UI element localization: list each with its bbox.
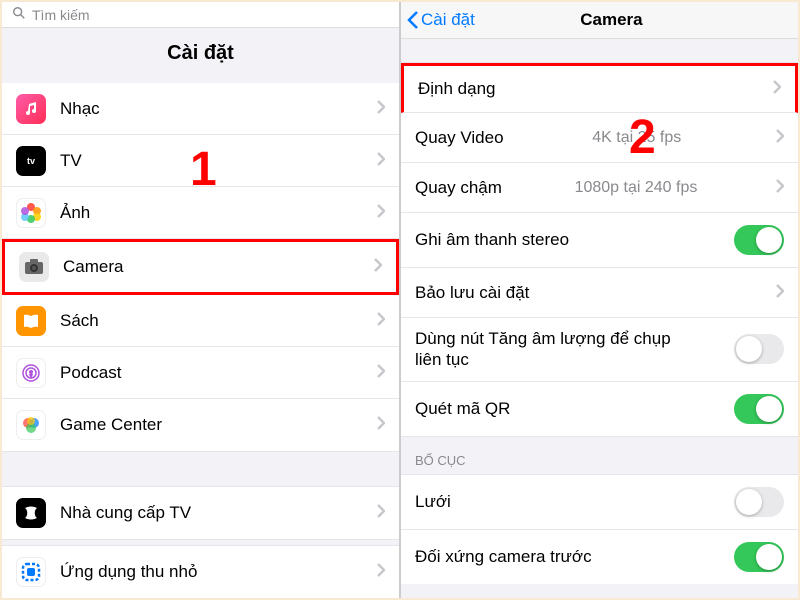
row-label: TV [60, 151, 82, 171]
row-tv[interactable]: tv TV [2, 135, 399, 187]
chevron-right-icon [377, 363, 385, 383]
row-formats[interactable]: Định dạng [401, 63, 798, 113]
toggle-grid[interactable] [734, 487, 784, 517]
row-qr[interactable]: Quét mã QR [401, 382, 798, 436]
chevron-right-icon [377, 311, 385, 331]
row-photos[interactable]: Ảnh [2, 187, 399, 239]
row-label: Game Center [60, 415, 162, 435]
settings-list-group-1: Nhạc tv TV Ảnh [2, 83, 399, 451]
chevron-right-icon [377, 503, 385, 523]
page-title: Cài đặt [2, 28, 399, 83]
camera-list-1: Định dạng Quay Video 4K tại 25 fps Quay … [401, 63, 798, 436]
tv-provider-icon [16, 498, 46, 528]
row-burst[interactable]: Dùng nút Tăng âm lượng để chụp liên tục [401, 318, 798, 382]
row-label: Quét mã QR [415, 399, 510, 419]
toggle-burst[interactable] [734, 334, 784, 364]
row-books[interactable]: Sách [2, 295, 399, 347]
row-gamecenter[interactable]: Game Center [2, 399, 399, 451]
row-label: Podcast [60, 363, 121, 383]
chevron-right-icon [377, 151, 385, 171]
search-placeholder: Tìm kiếm [32, 7, 90, 23]
chevron-right-icon [776, 178, 784, 198]
camera-icon [19, 252, 49, 282]
row-label: Nhạc [60, 99, 100, 119]
row-label: Đối xứng camera trước [415, 547, 592, 567]
nav-bar: Cài đặt Camera [401, 2, 798, 39]
row-podcast[interactable]: Podcast [2, 347, 399, 399]
row-label: Ảnh [60, 203, 90, 223]
row-music[interactable]: Nhạc [2, 83, 399, 135]
row-label: Nhà cung cấp TV [60, 503, 191, 523]
row-value: 1080p tại 240 fps [575, 179, 698, 197]
search-bar[interactable]: Tìm kiếm [2, 2, 399, 28]
chevron-right-icon [773, 79, 781, 99]
settings-list-group-3: Ứng dụng thu nhỏ [2, 546, 399, 598]
row-label: Ứng dụng thu nhỏ [60, 562, 197, 582]
row-widgets[interactable]: Ứng dụng thu nhỏ [2, 546, 399, 598]
row-label: Dùng nút Tăng âm lượng để chụp liên tục [415, 328, 695, 371]
camera-settings-pane: Cài đặt Camera Định dạng Quay Video 4K t… [399, 2, 798, 598]
books-icon [16, 306, 46, 336]
row-label: Định dạng [418, 79, 496, 99]
chevron-right-icon [377, 99, 385, 119]
podcast-icon [16, 358, 46, 388]
chevron-right-icon [776, 283, 784, 303]
row-label: Ghi âm thanh stereo [415, 230, 569, 250]
row-label: Quay chậm [415, 178, 502, 198]
row-record-video[interactable]: Quay Video 4K tại 25 fps [401, 113, 798, 163]
group-separator [2, 451, 399, 487]
row-camera[interactable]: Camera [2, 239, 399, 295]
tv-icon: tv [16, 146, 46, 176]
search-icon [12, 6, 32, 23]
row-grid[interactable]: Lưới [401, 475, 798, 530]
widgets-icon [16, 557, 46, 587]
row-stereo[interactable]: Ghi âm thanh stereo [401, 213, 798, 268]
chevron-right-icon [377, 562, 385, 582]
row-preserve[interactable]: Bảo lưu cài đặt [401, 268, 798, 318]
chevron-right-icon [377, 203, 385, 223]
gamecenter-icon [16, 410, 46, 440]
chevron-right-icon [374, 257, 382, 277]
toggle-stereo[interactable] [734, 225, 784, 255]
toggle-qr[interactable] [734, 394, 784, 424]
row-label: Bảo lưu cài đặt [415, 283, 529, 303]
row-record-slomo[interactable]: Quay chậm 1080p tại 240 fps [401, 163, 798, 213]
row-label: Sách [60, 311, 99, 331]
camera-list-2: Lưới Đối xứng camera trước [401, 475, 798, 584]
row-value: 4K tại 25 fps [592, 129, 681, 147]
settings-list-group-2: Nhà cung cấp TV [2, 487, 399, 539]
group-separator [2, 539, 399, 546]
section-header-layout: BỐ CỤC [401, 436, 798, 475]
toggle-mirror[interactable] [734, 542, 784, 572]
chevron-right-icon [776, 128, 784, 148]
row-mirror[interactable]: Đối xứng camera trước [401, 530, 798, 584]
row-label: Quay Video [415, 128, 504, 148]
nav-title: Camera [435, 10, 788, 30]
row-label: Camera [63, 257, 123, 277]
chevron-right-icon [377, 415, 385, 435]
music-icon [16, 94, 46, 124]
settings-pane: Tìm kiếm Cài đặt Nhạc tv TV [2, 2, 399, 598]
spacer [401, 39, 798, 63]
photos-icon [16, 198, 46, 228]
row-label: Lưới [415, 492, 451, 512]
row-tv-provider[interactable]: Nhà cung cấp TV [2, 487, 399, 539]
